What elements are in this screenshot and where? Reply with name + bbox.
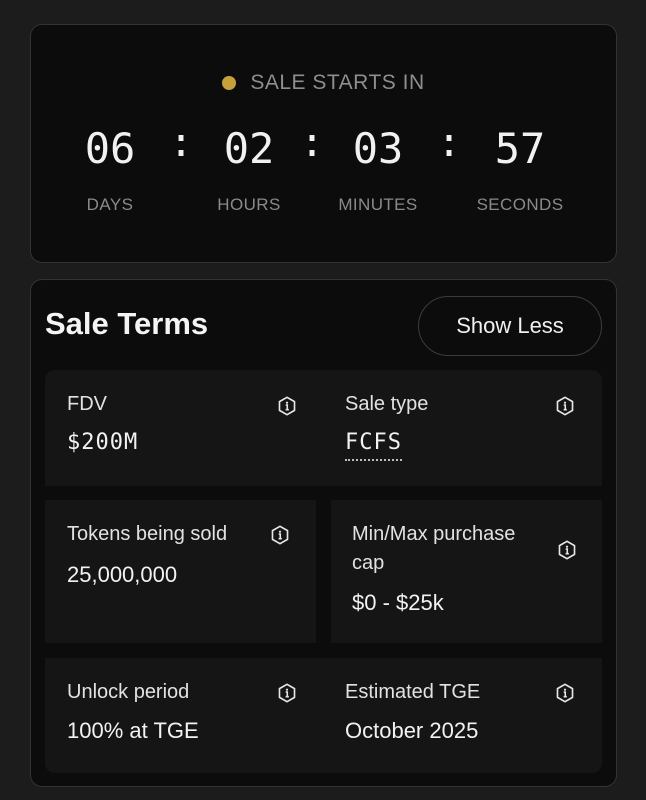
status-dot-icon — [222, 76, 237, 90]
purchase-cap-label-line1: Min/Max purchase — [352, 523, 516, 545]
minutes-label: MINUTES — [338, 195, 418, 214]
info-icon[interactable] — [269, 524, 291, 546]
days-label: DAYS — [86, 195, 134, 214]
countdown-minutes: 03 MINUTES — [303, 121, 453, 215]
countdown-timer: 06 DAYS : 02 HOURS : 03 MINUTES : 57 SEC… — [31, 121, 616, 241]
purchase-cap-value: $0 - $25k — [352, 590, 444, 615]
sale-status: SALE STARTS IN — [31, 71, 616, 95]
show-less-button[interactable]: Show Less — [418, 296, 602, 356]
seconds-label: SECONDS — [476, 195, 564, 214]
purchase-cap-tile: Min/Max purchase cap $0 - $25k — [331, 500, 602, 643]
info-icon[interactable] — [556, 539, 578, 561]
countdown-seconds: 57 SECONDS — [445, 121, 595, 215]
countdown-card: SALE STARTS IN 06 DAYS : 02 HOURS : 03 M… — [30, 24, 617, 263]
sale-type-label: Sale type — [345, 393, 429, 415]
terms-row-fdv-saletype: FDV $200M Sale type FCFS — [45, 370, 602, 486]
seconds-value: 57 — [494, 124, 546, 173]
fdv-value: $200M — [67, 430, 139, 455]
tokens-sold-label: Tokens being sold — [67, 523, 228, 545]
hours-label: HOURS — [217, 195, 281, 214]
estimated-tge-value: October 2025 — [345, 718, 479, 743]
fdv-label: FDV — [67, 393, 107, 415]
tokens-sold-value: 25,000,000 — [67, 562, 178, 587]
estimated-tge-label: Estimated TGE — [345, 681, 481, 703]
info-icon[interactable] — [276, 682, 298, 704]
unlock-period-label: Unlock period — [67, 681, 190, 703]
sale-terms-title: Sale Terms — [45, 306, 209, 341]
sale-terms-card: Sale Terms Show Less FDV $200M Sale type… — [30, 279, 617, 787]
minutes-value: 03 — [352, 124, 404, 173]
days-value: 06 — [84, 124, 136, 173]
info-icon[interactable] — [554, 682, 576, 704]
terms-row-unlock-tge: Unlock period 100% at TGE Estimated TGE … — [45, 658, 602, 773]
tokens-sold-tile: Tokens being sold 25,000,000 — [45, 500, 316, 643]
countdown-days: 06 DAYS — [35, 121, 185, 215]
sale-status-text: SALE STARTS IN — [250, 71, 425, 94]
info-icon[interactable] — [554, 395, 576, 417]
sale-type-value[interactable]: FCFS — [345, 430, 402, 461]
purchase-cap-label-line2: cap — [352, 552, 385, 574]
unlock-period-value: 100% at TGE — [67, 718, 199, 743]
info-icon[interactable] — [276, 395, 298, 417]
